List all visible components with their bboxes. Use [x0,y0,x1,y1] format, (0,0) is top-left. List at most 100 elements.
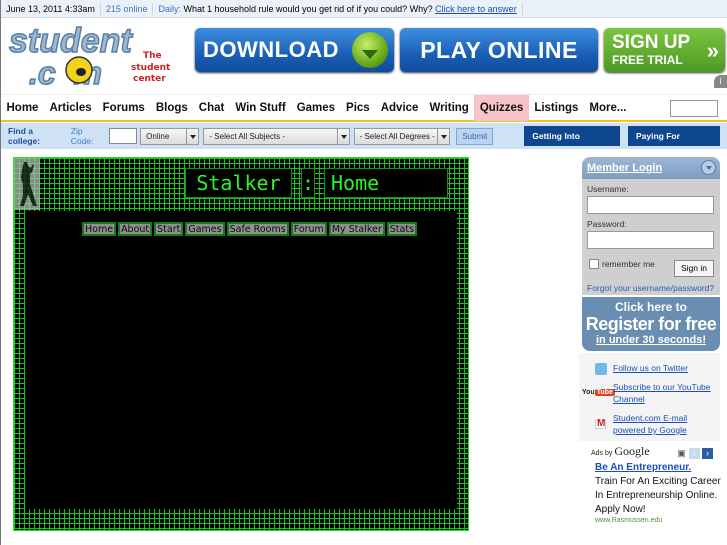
paying-for-college-button[interactable]: Paying For College [627,126,720,161]
nav-item-home[interactable]: Home [1,95,44,121]
ad-info-icon[interactable]: i [714,75,727,88]
game-content-area [25,211,457,509]
register-line-3: in under 30 seconds! [595,334,707,346]
svg-text:The: The [143,51,162,61]
game-title-stalker: Stalker [185,168,292,198]
ad-prev-icon[interactable]: ‹ [689,448,700,459]
game-title-separator: : [301,168,315,198]
social-links: Follow us on Twitter You Tube Subscribe t… [579,353,720,441]
free-trial-label: FREE TRIAL [612,53,683,67]
degrees-select-value: - Select All Degrees - [359,131,435,141]
download-label: DOWNLOAD [203,37,339,62]
find-college-label: Find a college: [8,126,41,146]
nav-item-chat[interactable]: Chat [193,95,230,121]
password-label: Password: [587,219,627,229]
nav-item-forums[interactable]: Forums [97,95,150,121]
member-login-header: Member Login [582,157,720,179]
game-nav: Home About Start Games Safe Rooms Forum … [82,222,418,236]
nav-item-more[interactable]: More... [584,95,632,121]
nav-item-advice[interactable]: Advice [375,95,424,121]
sign-in-button[interactable]: Sign in [674,260,714,277]
chevron-down-icon [186,128,198,144]
main-nav: Home Articles Forums Blogs Chat Win Stuf… [1,94,727,122]
soldier-icon [14,158,40,210]
game-nav-start[interactable]: Start [154,222,184,236]
subjects-select[interactable]: - Select All Subjects - [203,127,350,145]
student-com-logo[interactable]: student .c m The student center [7,20,187,92]
stalker-game-frame: Stalker : Home Home About Start Games Sa… [13,157,469,531]
ad-title[interactable]: Be An Entrepreneur. [595,462,721,473]
game-nav-my-stalker[interactable]: My Stalker [328,222,385,236]
nav-item-blogs[interactable]: Blogs [150,95,193,121]
game-nav-forum[interactable]: Forum [290,222,327,236]
ad-controls: ▣ ‹ › [676,448,713,459]
daily-question-text: What 1 household rule would you get rid … [183,3,433,14]
register-line-1: Click here to [614,300,688,314]
forgot-password-link[interactable]: Forgot your username/password? [587,283,714,293]
chevron-down-icon [336,128,349,144]
nav-item-listings[interactable]: Listings [529,95,584,121]
ad-url[interactable]: www.Rasmussen.edu [595,517,721,524]
college-finder-bar: Find a college: Zip Code: Online - Selec… [1,123,727,161]
subjects-select-value: - Select All Subjects - [209,131,286,141]
double-chevron-icon: » [706,38,719,63]
ad-body: Train For An Exciting Career In Entrepre… [595,476,721,515]
collapse-toggle-icon[interactable] [701,160,716,175]
date-time: June 13, 2011 4:33am [1,2,101,15]
sign-up-banner[interactable]: SIGN UP FREE TRIAL » [604,28,725,72]
game-nav-about[interactable]: About [118,222,153,236]
finder-submit-button[interactable]: Submit [456,127,494,145]
daily-label: Daily: [158,3,181,14]
username-input[interactable] [587,196,714,214]
answer-link[interactable]: Click here to answer [435,4,517,14]
svg-text:student: student [131,63,171,73]
nav-item-articles[interactable]: Articles [44,95,97,121]
remember-me-checkbox[interactable] [589,259,599,269]
play-online-banner[interactable]: PLAY ONLINE [400,28,598,72]
register-banner[interactable]: Click here to Register for free in under… [582,297,720,351]
twitter-link[interactable]: Follow us on Twitter [613,362,719,374]
getting-into-college-button[interactable]: Getting Into College [524,126,620,161]
game-nav-games[interactable]: Games [185,222,225,236]
nav-item-pics[interactable]: Pics [341,95,376,121]
youtube-link[interactable]: Subscribe to our YouTube Channel [613,381,719,405]
member-login-panel: Member Login Username: Password: remembe… [582,157,720,295]
google-label: Google [614,444,650,458]
daily-question: Daily: What 1 household rule would you g… [153,2,523,15]
zip-code-label: Zip Code: [70,126,94,146]
google-ads: Ads by Google ▣ ‹ › Be An Entrepreneur. … [591,444,721,545]
degrees-select[interactable]: - Select All Degrees - [353,127,451,145]
svg-text:center: center [133,74,166,84]
gmail-icon [595,418,606,429]
password-input[interactable] [587,231,714,249]
play-online-label: PLAY ONLINE [420,36,578,63]
mode-select[interactable]: Online [140,127,200,145]
ad-window-icon[interactable]: ▣ [676,448,687,459]
top-info-bar: June 13, 2011 4:33am 215 online Daily: W… [1,0,727,18]
game-nav-stats[interactable]: Stats [386,222,418,236]
username-label: Username: [587,184,629,194]
nav-item-games[interactable]: Games [291,95,340,121]
game-nav-safe-rooms[interactable]: Safe Rooms [226,222,289,236]
remember-me-label: remember me [602,259,655,269]
member-login-title[interactable]: Member Login [587,162,662,174]
zip-code-input[interactable] [109,128,138,144]
nav-item-writing[interactable]: Writing [424,95,474,121]
download-arrow-icon [352,32,388,68]
site-search-input[interactable] [670,100,718,117]
ad-next-icon[interactable]: › [702,448,713,459]
twitter-icon [595,363,607,375]
game-nav-home[interactable]: Home [82,222,117,236]
gmail-link[interactable]: Student.com E-mail powered by Google [613,412,719,436]
chevron-down-icon [437,128,449,144]
register-line-2: Register for free [585,314,717,334]
sign-up-label: SIGN UP [612,32,691,53]
mode-select-value: Online [146,131,170,141]
download-banner[interactable]: DOWNLOAD [195,28,394,72]
online-count[interactable]: 215 online [101,2,154,15]
nav-item-win-stuff[interactable]: Win Stuff [230,95,291,121]
youtube-icon: You Tube [582,389,615,396]
nav-item-quizzes[interactable]: Quizzes [474,94,529,121]
ads-by-label: Ads by [591,450,613,457]
game-title-page: Home [324,168,448,198]
